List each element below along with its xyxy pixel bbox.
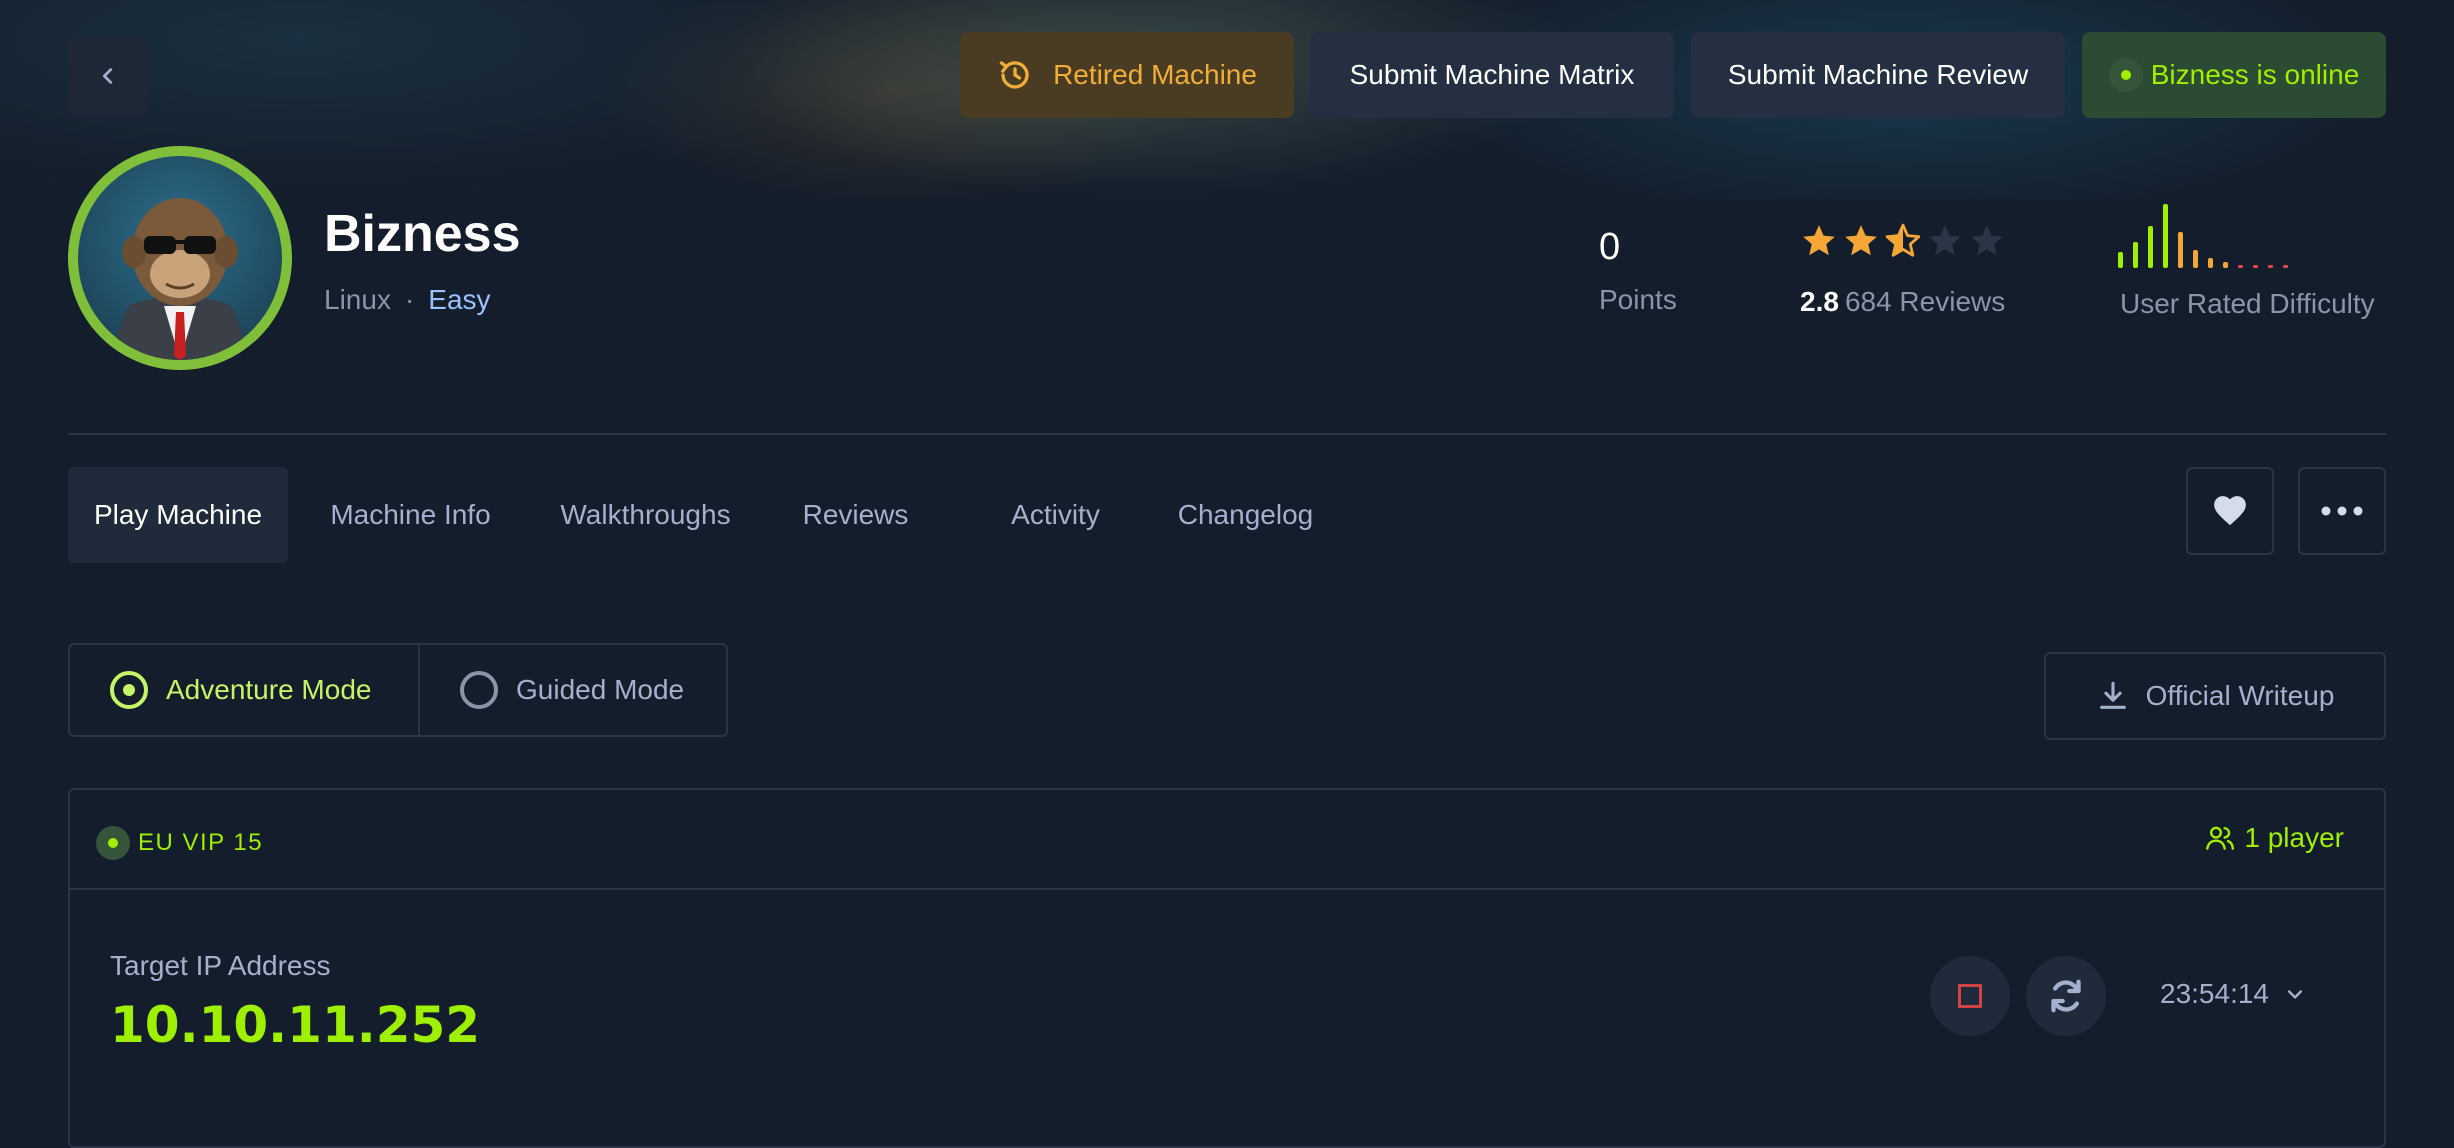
refresh-icon <box>2051 979 2081 1013</box>
header-divider <box>68 433 2386 435</box>
rating-summary: 2.8 684 Reviews <box>1800 286 2005 318</box>
online-dot-icon <box>2108 58 2143 92</box>
machine-avatar <box>68 146 292 370</box>
tab-walkthroughs[interactable]: Walkthroughs <box>533 467 758 563</box>
retired-machine-badge[interactable]: Retired Machine <box>960 32 1294 118</box>
mode-selector: Adventure Mode Guided Mode <box>68 643 728 737</box>
difficulty-bar <box>2223 262 2228 268</box>
points-label: Points <box>1599 284 1677 315</box>
instance-panel: EU VIP 15 1 player Target IP Address 10.… <box>68 788 2386 1148</box>
star-rating <box>1800 222 2006 260</box>
more-options-button[interactable] <box>2298 467 2386 555</box>
machine-tabs: Play Machine Machine Info Walkthroughs R… <box>68 467 1333 563</box>
submit-machine-matrix-button[interactable]: Submit Machine Matrix <box>1310 32 1674 118</box>
machine-os: Linux <box>324 284 391 315</box>
machine-meta: Linux · Easy <box>324 284 491 316</box>
guided-mode-label: Guided Mode <box>516 674 685 705</box>
submit-machine-matrix-label: Submit Machine Matrix <box>1349 59 1635 90</box>
download-icon <box>2099 681 2126 709</box>
tab-label: Reviews <box>802 499 909 530</box>
tab-label: Changelog <box>1177 499 1314 530</box>
difficulty-bar <box>2193 250 2198 268</box>
favorite-button[interactable] <box>2186 467 2274 555</box>
machine-name: Bizness <box>324 205 521 263</box>
tab-label: Machine Info <box>330 499 491 530</box>
chimp-avatar-icon <box>108 198 252 360</box>
difficulty-bar <box>2283 265 2288 268</box>
submit-machine-review-label: Submit Machine Review <box>1727 59 2029 90</box>
adventure-mode-label: Adventure Mode <box>166 674 372 705</box>
guided-mode-option[interactable]: Guided Mode <box>420 645 726 735</box>
tab-machine-info[interactable]: Machine Info <box>288 467 533 563</box>
chevron-down-icon <box>2287 990 2303 999</box>
difficulty-bar <box>2208 258 2213 268</box>
difficulty-bar <box>2178 232 2183 268</box>
server-badge: EU VIP 15 <box>96 826 263 860</box>
machine-online-status: Bizness is online <box>2082 32 2386 118</box>
user-group-icon <box>2206 826 2235 850</box>
server-name: EU VIP 15 <box>138 829 264 856</box>
submit-machine-review-button[interactable]: Submit Machine Review <box>1691 32 2065 118</box>
target-ip-label: Target IP Address <box>110 950 331 981</box>
difficulty-bar <box>2118 252 2123 268</box>
machine-difficulty: Easy <box>428 284 491 315</box>
time-remaining-value: 23:54:14 <box>2160 978 2269 1009</box>
adventure-mode-option[interactable]: Adventure Mode <box>70 645 420 735</box>
star-icon <box>1971 225 2003 256</box>
stop-machine-button[interactable] <box>1930 956 2010 1036</box>
tab-reviews[interactable]: Reviews <box>758 467 953 563</box>
meta-separator: · <box>404 284 415 315</box>
tab-label: Play Machine <box>93 499 263 530</box>
radio-selected-icon <box>110 671 148 709</box>
star-icon <box>1929 225 1961 256</box>
tab-activity[interactable]: Activity <box>953 467 1158 563</box>
back-button[interactable] <box>68 36 148 116</box>
difficulty-bar <box>2148 226 2153 268</box>
tab-label: Walkthroughs <box>560 499 731 530</box>
difficulty-label: User Rated Difficulty <box>2120 288 2375 319</box>
chevron-left-icon <box>102 68 113 84</box>
heart-icon <box>2214 496 2246 526</box>
difficulty-bar <box>2163 204 2168 268</box>
history-icon <box>999 61 1029 89</box>
online-status-label: Bizness is online <box>2150 59 2360 90</box>
tab-play-machine[interactable]: Play Machine <box>68 467 288 563</box>
players-count: 1 player <box>2204 822 2344 854</box>
official-writeup-button[interactable]: Official Writeup <box>2044 652 2386 740</box>
difficulty-bar <box>2268 265 2273 268</box>
target-ip-value[interactable]: 10.10.11.252 <box>110 996 480 1054</box>
star-half-icon <box>1885 223 1921 257</box>
reset-machine-button[interactable] <box>2026 956 2106 1036</box>
tab-label: Activity <box>1011 499 1100 530</box>
difficulty-bar <box>2253 265 2258 268</box>
reviews-count: 684 Reviews <box>1844 286 2006 317</box>
instance-panel-header: EU VIP 15 1 player <box>70 790 2384 890</box>
official-writeup-label: Official Writeup <box>2145 680 2335 711</box>
server-status-dot-icon <box>96 826 130 860</box>
time-remaining-dropdown[interactable]: 23:54:14 <box>2160 978 2305 1010</box>
retired-machine-label: Retired Machine <box>1053 59 1257 90</box>
stop-icon <box>1958 984 1982 1008</box>
rating-value: 2.8 <box>1800 286 1839 317</box>
star-icon <box>1803 225 1835 256</box>
difficulty-bar <box>2238 265 2243 268</box>
points-value: 0 <box>1599 226 1621 268</box>
players-label: 1 player <box>2244 822 2344 853</box>
difficulty-chart <box>2118 204 2288 268</box>
more-icon <box>2321 506 2363 516</box>
radio-unselected-icon <box>460 671 498 709</box>
star-icon <box>1845 225 1877 256</box>
tab-changelog[interactable]: Changelog <box>1158 467 1333 563</box>
difficulty-bar <box>2133 242 2138 268</box>
